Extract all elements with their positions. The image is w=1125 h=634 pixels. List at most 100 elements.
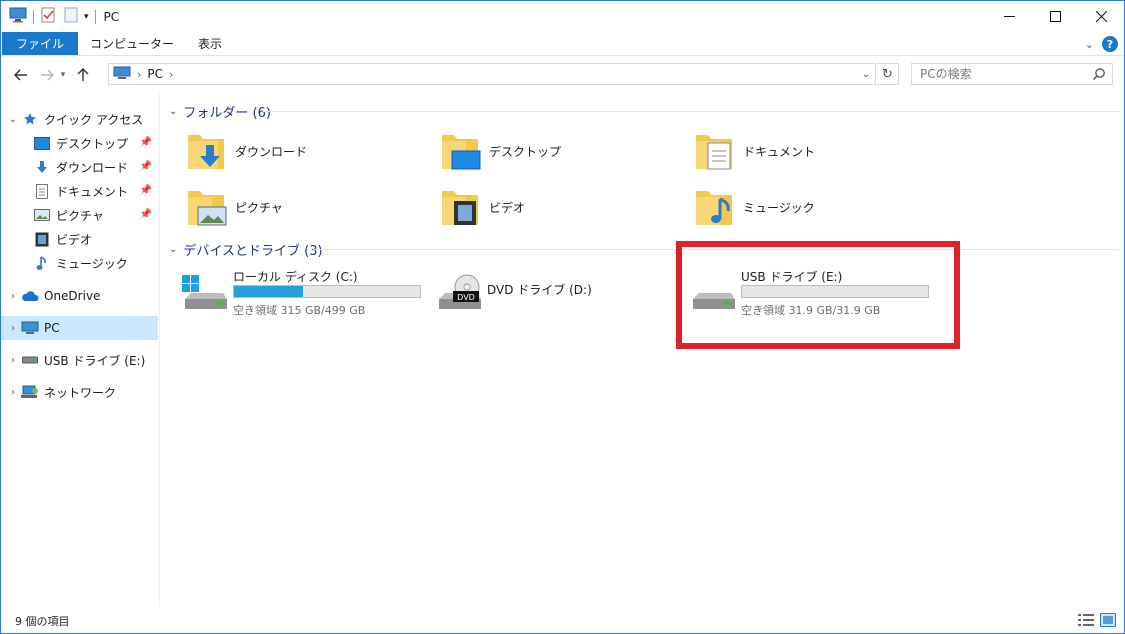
search-input[interactable] bbox=[920, 67, 1090, 81]
forward-button[interactable] bbox=[37, 63, 57, 87]
new-folder-icon[interactable] bbox=[64, 7, 78, 26]
sidebar-item-label: ネットワーク bbox=[44, 385, 117, 400]
back-button[interactable] bbox=[11, 63, 31, 87]
breadcrumb-separator-icon[interactable]: › bbox=[169, 68, 173, 81]
videos-icon bbox=[33, 231, 51, 247]
toolbar-separator bbox=[33, 9, 34, 24]
window-title: PC bbox=[103, 9, 120, 24]
sidebar-item-music[interactable]: ミュージック bbox=[1, 251, 158, 275]
chevron-down-icon: ▾ bbox=[60, 70, 66, 80]
navigation-pane: ⌄ クイック アクセス デスクトップ 📌 ダウンロード 📌 ドキュメント 📌 ピ… bbox=[1, 93, 159, 607]
help-icon[interactable]: ? bbox=[1102, 36, 1118, 52]
breadcrumb-pc[interactable]: PC bbox=[147, 67, 163, 81]
up-button[interactable] bbox=[73, 63, 93, 87]
customize-toolbar-icon[interactable]: ▾ bbox=[84, 12, 89, 22]
breadcrumb-separator-icon[interactable]: › bbox=[137, 68, 141, 81]
group-header-label: フォルダー (6) bbox=[183, 105, 271, 121]
tab-file[interactable]: ファイル bbox=[2, 32, 79, 55]
sidebar-item-pictures[interactable]: ピクチャ 📌 bbox=[1, 203, 158, 227]
pin-icon[interactable]: 📌 bbox=[140, 137, 152, 148]
windows-drive-icon bbox=[181, 273, 229, 313]
group-header-folders[interactable]: ⌄ フォルダー (6) bbox=[169, 101, 271, 121]
folder-tile-videos[interactable]: ビデオ bbox=[437, 181, 525, 233]
highlight-box bbox=[676, 241, 960, 349]
tab-view[interactable]: 表示 bbox=[186, 32, 234, 55]
ribbon-right-controls: ⌄ ? bbox=[1085, 32, 1118, 56]
pictures-icon bbox=[33, 207, 51, 223]
capacity-bar bbox=[233, 285, 421, 298]
desktop-icon bbox=[33, 135, 51, 151]
sidebar-item-label: クイック アクセス bbox=[44, 112, 144, 127]
dvd-drive-icon: DVD bbox=[435, 273, 483, 313]
address-bar[interactable]: › PC › ⌄ bbox=[108, 63, 876, 85]
sidebar-item-downloads[interactable]: ダウンロード 📌 bbox=[1, 155, 158, 179]
pictures-folder-icon bbox=[183, 184, 229, 230]
toolbar-separator bbox=[94, 9, 96, 24]
sidebar-item-network[interactable]: › ネットワーク bbox=[1, 380, 158, 404]
search-icon[interactable] bbox=[1092, 67, 1106, 84]
sidebar-item-label: ダウンロード bbox=[56, 160, 129, 175]
folder-tile-documents[interactable]: ドキュメント bbox=[691, 125, 815, 177]
maximize-button[interactable] bbox=[1032, 1, 1078, 32]
search-box[interactable] bbox=[911, 63, 1113, 85]
maximize-icon bbox=[1049, 11, 1061, 22]
usb-drive-icon bbox=[21, 352, 39, 368]
up-arrow-icon bbox=[77, 68, 89, 81]
sidebar-item-label: デスクトップ bbox=[56, 136, 129, 151]
folder-label: ドキュメント bbox=[743, 144, 816, 159]
chevron-right-icon[interactable]: › bbox=[5, 291, 21, 302]
refresh-button[interactable]: ↻ bbox=[877, 63, 899, 85]
dvd-badge: DVD bbox=[457, 293, 475, 302]
large-icons-view-icon[interactable] bbox=[1100, 613, 1116, 630]
computer-icon bbox=[21, 320, 39, 336]
chevron-down-icon[interactable]: ⌄ bbox=[169, 244, 177, 255]
explorer-window: ▾ PC ファイル コンピューター 表示 ⌄ ? ▾ › PC › ⌄ ↻ PC… bbox=[0, 0, 1125, 634]
folder-tile-music[interactable]: ミュージック bbox=[691, 181, 815, 233]
tab-computer[interactable]: コンピューター bbox=[78, 32, 186, 55]
sidebar-item-videos[interactable]: ビデオ bbox=[1, 227, 158, 251]
details-view-icon[interactable] bbox=[1078, 613, 1094, 630]
expand-ribbon-icon[interactable]: ⌄ bbox=[1085, 38, 1094, 51]
capacity-bar-fill bbox=[234, 286, 303, 297]
folder-label: ダウンロード bbox=[235, 144, 308, 159]
navigation-pane-divider[interactable] bbox=[159, 93, 160, 607]
sidebar-item-desktop[interactable]: デスクトップ 📌 bbox=[1, 131, 158, 155]
folder-tile-downloads[interactable]: ダウンロード bbox=[183, 125, 307, 177]
title-bar: ▾ PC bbox=[1, 1, 1124, 32]
minimize-button[interactable] bbox=[986, 1, 1032, 32]
content-pane: ⌄ フォルダー (6) ダウンロード デスクトップ ドキュメント ピクチャ ビデ… bbox=[161, 93, 1123, 607]
pin-icon[interactable]: 📌 bbox=[140, 185, 152, 196]
music-folder-icon bbox=[691, 184, 737, 230]
download-icon bbox=[33, 159, 51, 175]
recent-locations-button[interactable]: ▾ bbox=[57, 63, 69, 87]
chevron-right-icon[interactable]: › bbox=[5, 323, 21, 334]
minimize-icon bbox=[1003, 16, 1015, 17]
folder-tile-desktop[interactable]: デスクトップ bbox=[437, 125, 561, 177]
chevron-down-icon[interactable]: ⌄ bbox=[169, 106, 177, 117]
drive-tile-dvd-d[interactable]: DVD DVD ドライブ (D:) bbox=[435, 265, 685, 321]
pin-icon[interactable]: 📌 bbox=[140, 161, 152, 172]
group-header-devices[interactable]: ⌄ デバイスとドライブ (3) bbox=[169, 239, 323, 259]
sidebar-item-onedrive[interactable]: › OneDrive bbox=[1, 284, 158, 308]
navigation-bar: ▾ › PC › ⌄ ↻ bbox=[1, 57, 1124, 93]
documents-icon bbox=[33, 183, 51, 199]
address-dropdown-icon[interactable]: ⌄ bbox=[859, 66, 873, 82]
properties-icon[interactable] bbox=[40, 7, 56, 26]
sidebar-item-documents[interactable]: ドキュメント 📌 bbox=[1, 179, 158, 203]
sidebar-item-quick-access[interactable]: ⌄ クイック アクセス bbox=[1, 107, 158, 131]
pin-icon[interactable]: 📌 bbox=[140, 209, 152, 220]
computer-icon bbox=[9, 7, 27, 26]
sidebar-item-pc[interactable]: › PC bbox=[1, 316, 158, 340]
folder-tile-pictures[interactable]: ピクチャ bbox=[183, 181, 283, 233]
drive-label: ローカル ディスク (C:) bbox=[233, 270, 358, 284]
chevron-down-icon[interactable]: ⌄ bbox=[5, 114, 21, 125]
status-bar: 9 個の項目 bbox=[1, 609, 1124, 633]
videos-folder-icon bbox=[437, 184, 483, 230]
sidebar-item-usb-drive[interactable]: › USB ドライブ (E:) bbox=[1, 348, 158, 372]
chevron-right-icon[interactable]: › bbox=[5, 387, 21, 398]
folder-label: ミュージック bbox=[743, 200, 815, 215]
refresh-icon: ↻ bbox=[882, 66, 893, 82]
close-button[interactable] bbox=[1078, 1, 1124, 32]
drive-tile-local-c[interactable]: ローカル ディスク (C:) 空き領域 315 GB/499 GB bbox=[181, 265, 431, 321]
chevron-right-icon[interactable]: › bbox=[5, 355, 21, 366]
